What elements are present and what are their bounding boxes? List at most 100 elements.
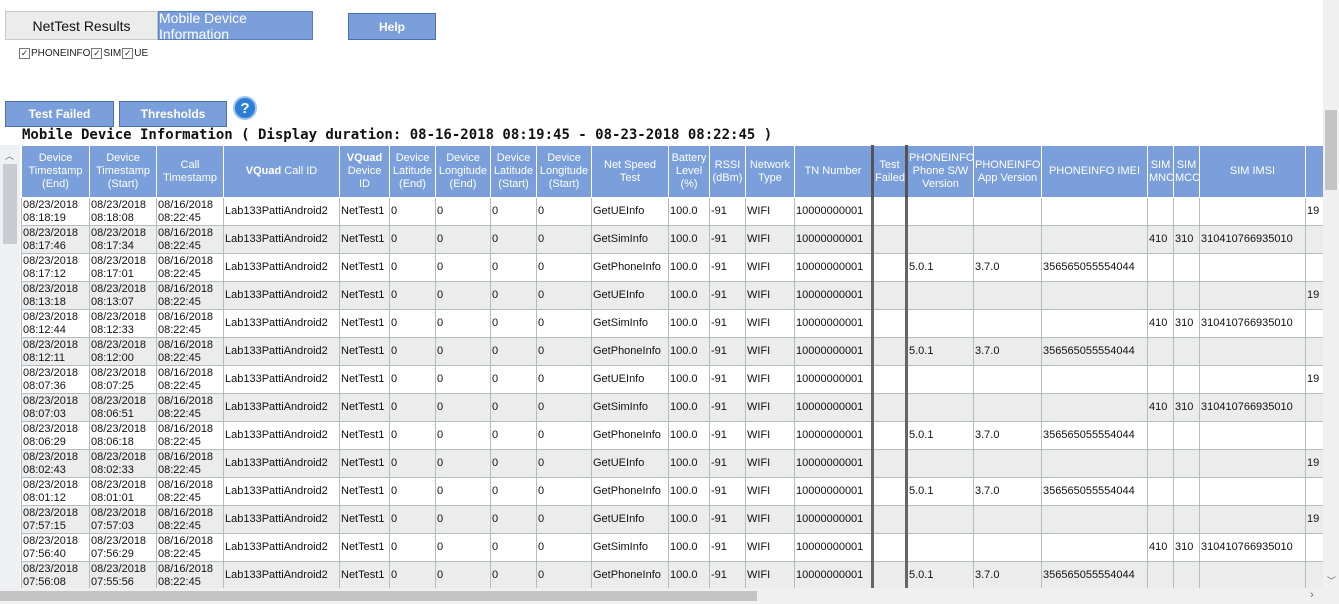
col-battery-level[interactable]: Battery Level (%) <box>668 145 710 198</box>
scroll-down-icon[interactable]: ﹀ <box>1327 574 1336 587</box>
scroll-thumb[interactable] <box>3 164 17 244</box>
col-sim-imsi[interactable]: SIM IMSI <box>1199 145 1306 198</box>
col-phoneinfo-sw-version[interactable]: PHONEINFO Phone S/W Version <box>906 145 974 198</box>
thresholds-button[interactable]: Thresholds <box>119 101 227 127</box>
col-test-failed[interactable]: Test Failed <box>872 145 908 198</box>
table-cell: 0 <box>435 197 491 226</box>
col-net-speed-test[interactable]: Net Speed Test <box>591 145 669 198</box>
col-sim-mnc[interactable]: SIM MNC <box>1147 145 1174 198</box>
table-row[interactable]: 08/23/2018 08:01:12 08/23/2018 08:01:01 08… <box>21 477 1323 506</box>
col-device-longitude-start[interactable]: Device Longitude (Start) <box>536 145 592 198</box>
grid-left-scrollbar[interactable]: ︿ <box>0 145 20 588</box>
help-button[interactable]: Help <box>348 13 436 40</box>
table-cell: 0 <box>490 253 537 282</box>
table-cell: WIFI <box>745 337 795 366</box>
table-row[interactable]: 08/23/2018 07:57:15 08/23/2018 07:57:03 08… <box>21 505 1323 534</box>
filter-checkbox-ue[interactable]: ✓ <box>122 48 134 59</box>
table-row[interactable]: 08/23/2018 08:07:36 08/23/2018 08:07:25 08… <box>21 365 1323 394</box>
horizontal-scrollbar[interactable]: › <box>0 588 1339 604</box>
table-cell <box>1173 365 1200 394</box>
table-cell: GetUEInfo <box>591 197 669 226</box>
col-tn-number[interactable]: TN Number <box>794 145 874 198</box>
table-cell: 100.0 <box>668 225 710 254</box>
table-cell: 10000000001 <box>794 533 874 562</box>
table-row[interactable]: 08/23/2018 07:56:40 08/23/2018 07:56:29 08… <box>21 533 1323 562</box>
col-device-latitude-start[interactable]: Device Latitude (Start) <box>490 145 537 198</box>
table-cell: 0 <box>536 421 592 450</box>
table-cell: Lab133PattiAndroid2 <box>223 225 340 254</box>
table-cell: NetTest1 <box>339 281 390 310</box>
table-cell <box>1173 561 1200 588</box>
table-cell <box>872 477 908 506</box>
scroll-up-icon[interactable]: ︿ <box>5 149 14 162</box>
col-device-timestamp-start[interactable]: Device Timestamp (Start) <box>89 145 157 198</box>
scroll-right-icon[interactable]: › <box>1310 589 1314 601</box>
table-cell <box>872 393 908 422</box>
tab-mobile-device-information[interactable]: Mobile Device Information <box>158 10 313 42</box>
table-row[interactable]: 08/23/2018 08:17:46 08/23/2018 08:17:34 08… <box>21 225 1323 254</box>
table-row[interactable]: 08/23/2018 08:17:12 08/23/2018 08:17:01 08… <box>21 253 1323 282</box>
table-cell: 0 <box>435 561 491 588</box>
col-more[interactable] <box>1305 145 1323 198</box>
page-scroll-thumb[interactable] <box>1325 110 1337 190</box>
table-row[interactable]: 08/23/2018 08:12:11 08/23/2018 08:12:00 08… <box>21 337 1323 366</box>
table-cell: GetPhoneInfo <box>591 421 669 450</box>
horizontal-scroll-thumb[interactable] <box>0 591 757 601</box>
table-cell <box>872 421 908 450</box>
table-cell <box>906 281 974 310</box>
table-cell: 0 <box>435 365 491 394</box>
col-device-longitude-end[interactable]: Device Longitude (End) <box>435 145 491 198</box>
col-rssi[interactable]: RSSI (dBm) <box>709 145 746 198</box>
table-row[interactable]: 08/23/2018 08:18:19 08/23/2018 08:18:08 08… <box>21 197 1323 226</box>
table-cell: 0 <box>435 225 491 254</box>
table-cell: 08/23/2018 07:57:03 <box>89 505 157 534</box>
table-row[interactable]: 08/23/2018 08:07:03 08/23/2018 08:06:51 08… <box>21 393 1323 422</box>
table-row[interactable]: 08/23/2018 08:06:29 08/23/2018 08:06:18 08… <box>21 421 1323 450</box>
page-vertical-scrollbar[interactable]: ﹀ <box>1323 0 1339 588</box>
table-cell: 100.0 <box>668 421 710 450</box>
table-cell: NetTest1 <box>339 309 390 338</box>
table-cell: GetPhoneInfo <box>591 477 669 506</box>
col-network-type[interactable]: Network Type <box>745 145 795 198</box>
filter-checkboxes: ✓ PHONEINFO ✓ SIM ✓ UE <box>19 48 149 59</box>
table-row[interactable]: 08/23/2018 07:56:08 08/23/2018 07:55:56 08… <box>21 561 1323 588</box>
col-device-latitude-end[interactable]: Device Latitude (End) <box>389 145 436 198</box>
table-cell: 10000000001 <box>794 309 874 338</box>
table-cell: 0 <box>490 477 537 506</box>
table-cell: 0 <box>536 337 592 366</box>
col-vquad-device-id[interactable]: VQuad Device ID <box>339 145 390 198</box>
table-cell: -91 <box>709 309 746 338</box>
table-cell: 08/23/2018 08:17:46 <box>21 225 90 254</box>
table-cell: 0 <box>389 225 436 254</box>
table-cell <box>906 197 974 226</box>
col-phoneinfo-imei[interactable]: PHONEINFO IMEI <box>1041 145 1148 198</box>
table-cell: NetTest1 <box>339 197 390 226</box>
filter-checkbox-phoneinfo[interactable]: ✓ <box>19 48 30 59</box>
table-cell: 08/23/2018 08:12:00 <box>89 337 157 366</box>
col-call-timestamp[interactable]: Call Timestamp <box>156 145 224 198</box>
table-cell: 310 <box>1173 393 1200 422</box>
col-sim-mcc[interactable]: SIM MCC <box>1173 145 1200 198</box>
table-cell <box>1041 393 1148 422</box>
col-device-timestamp-end[interactable]: Device Timestamp (End) <box>21 145 90 198</box>
table-cell: 08/23/2018 08:06:29 <box>21 421 90 450</box>
table-cell: WIFI <box>745 505 795 534</box>
table-cell: 19 <box>1305 365 1323 394</box>
table-cell: 310410766935010 <box>1199 393 1306 422</box>
tab-nettest-results[interactable]: NetTest Results <box>5 11 158 40</box>
table-cell: WIFI <box>745 225 795 254</box>
test-failed-button[interactable]: Test Failed <box>5 101 114 127</box>
table-cell: 19 <box>1305 197 1323 226</box>
col-phoneinfo-app-version[interactable]: PHONEINFO App Version <box>973 145 1042 198</box>
filter-checkbox-sim[interactable]: ✓ <box>91 48 103 59</box>
table-row[interactable]: 08/23/2018 08:13:18 08/23/2018 08:13:07 08… <box>21 281 1323 310</box>
table-row[interactable]: 08/23/2018 08:02:43 08/23/2018 08:02:33 08… <box>21 449 1323 478</box>
table-cell: 10000000001 <box>794 477 874 506</box>
table-cell: NetTest1 <box>339 561 390 588</box>
help-question-icon[interactable]: ? <box>233 96 257 120</box>
table-row[interactable]: 08/23/2018 08:12:44 08/23/2018 08:12:33 08… <box>21 309 1323 338</box>
table-cell: -91 <box>709 393 746 422</box>
col-vquad-call-id[interactable]: VQuad Call ID <box>223 145 340 198</box>
table-cell: 08/23/2018 08:06:18 <box>89 421 157 450</box>
table-cell: 10000000001 <box>794 421 874 450</box>
